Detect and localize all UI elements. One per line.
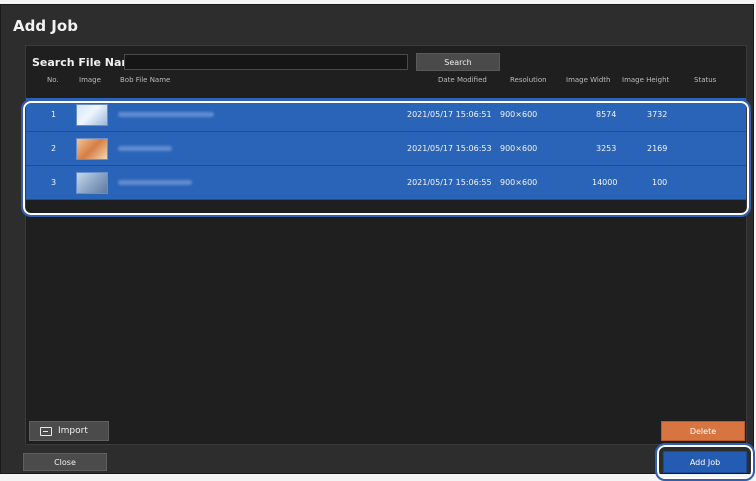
search-button[interactable]: Search [416,53,500,71]
import-label: Import [58,426,88,436]
import-button[interactable]: Import [29,421,109,441]
header-image-height: Image Height [622,76,670,84]
header-date-modified: Date Modified [438,76,487,84]
delete-button[interactable]: Delete [661,421,745,441]
header-image-width: Image Width [566,76,611,84]
selected-rows-highlight [21,99,751,217]
search-input[interactable] [124,54,408,70]
header-no: No. [47,76,59,84]
header-status: Status [694,76,717,84]
header-bob-file-name: Bob File Name [120,76,171,84]
header-resolution: Resolution [510,76,547,84]
header-image: Image [79,76,101,84]
import-icon [40,426,52,436]
dialog-title: Add Job [13,17,78,35]
close-button[interactable]: Close [23,453,107,471]
add-job-dialog: Add Job Search File Name Search No. Imag… [0,4,755,481]
add-job-button[interactable]: Add Job [663,451,747,473]
table-header: No. Image Bob File Name Date Modified Re… [26,76,746,94]
